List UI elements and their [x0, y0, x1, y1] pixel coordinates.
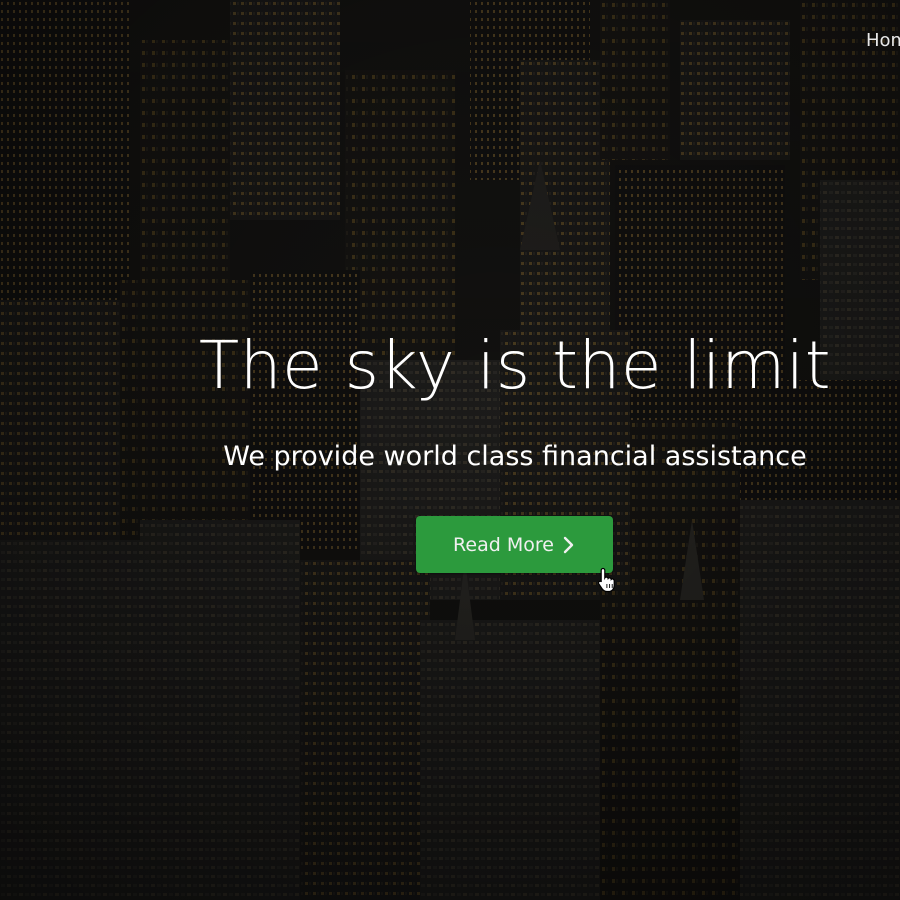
read-more-button[interactable]: Read More [416, 516, 613, 573]
hero-subtitle: We provide world class financial assista… [223, 441, 807, 472]
nav-home-link[interactable]: Home [866, 30, 900, 51]
read-more-label: Read More [453, 533, 554, 556]
chevron-right-icon [563, 536, 574, 553]
hero-section: Home The sky is the limit We provide wor… [0, 0, 900, 900]
hero-title: The sky is the limit [198, 327, 832, 404]
